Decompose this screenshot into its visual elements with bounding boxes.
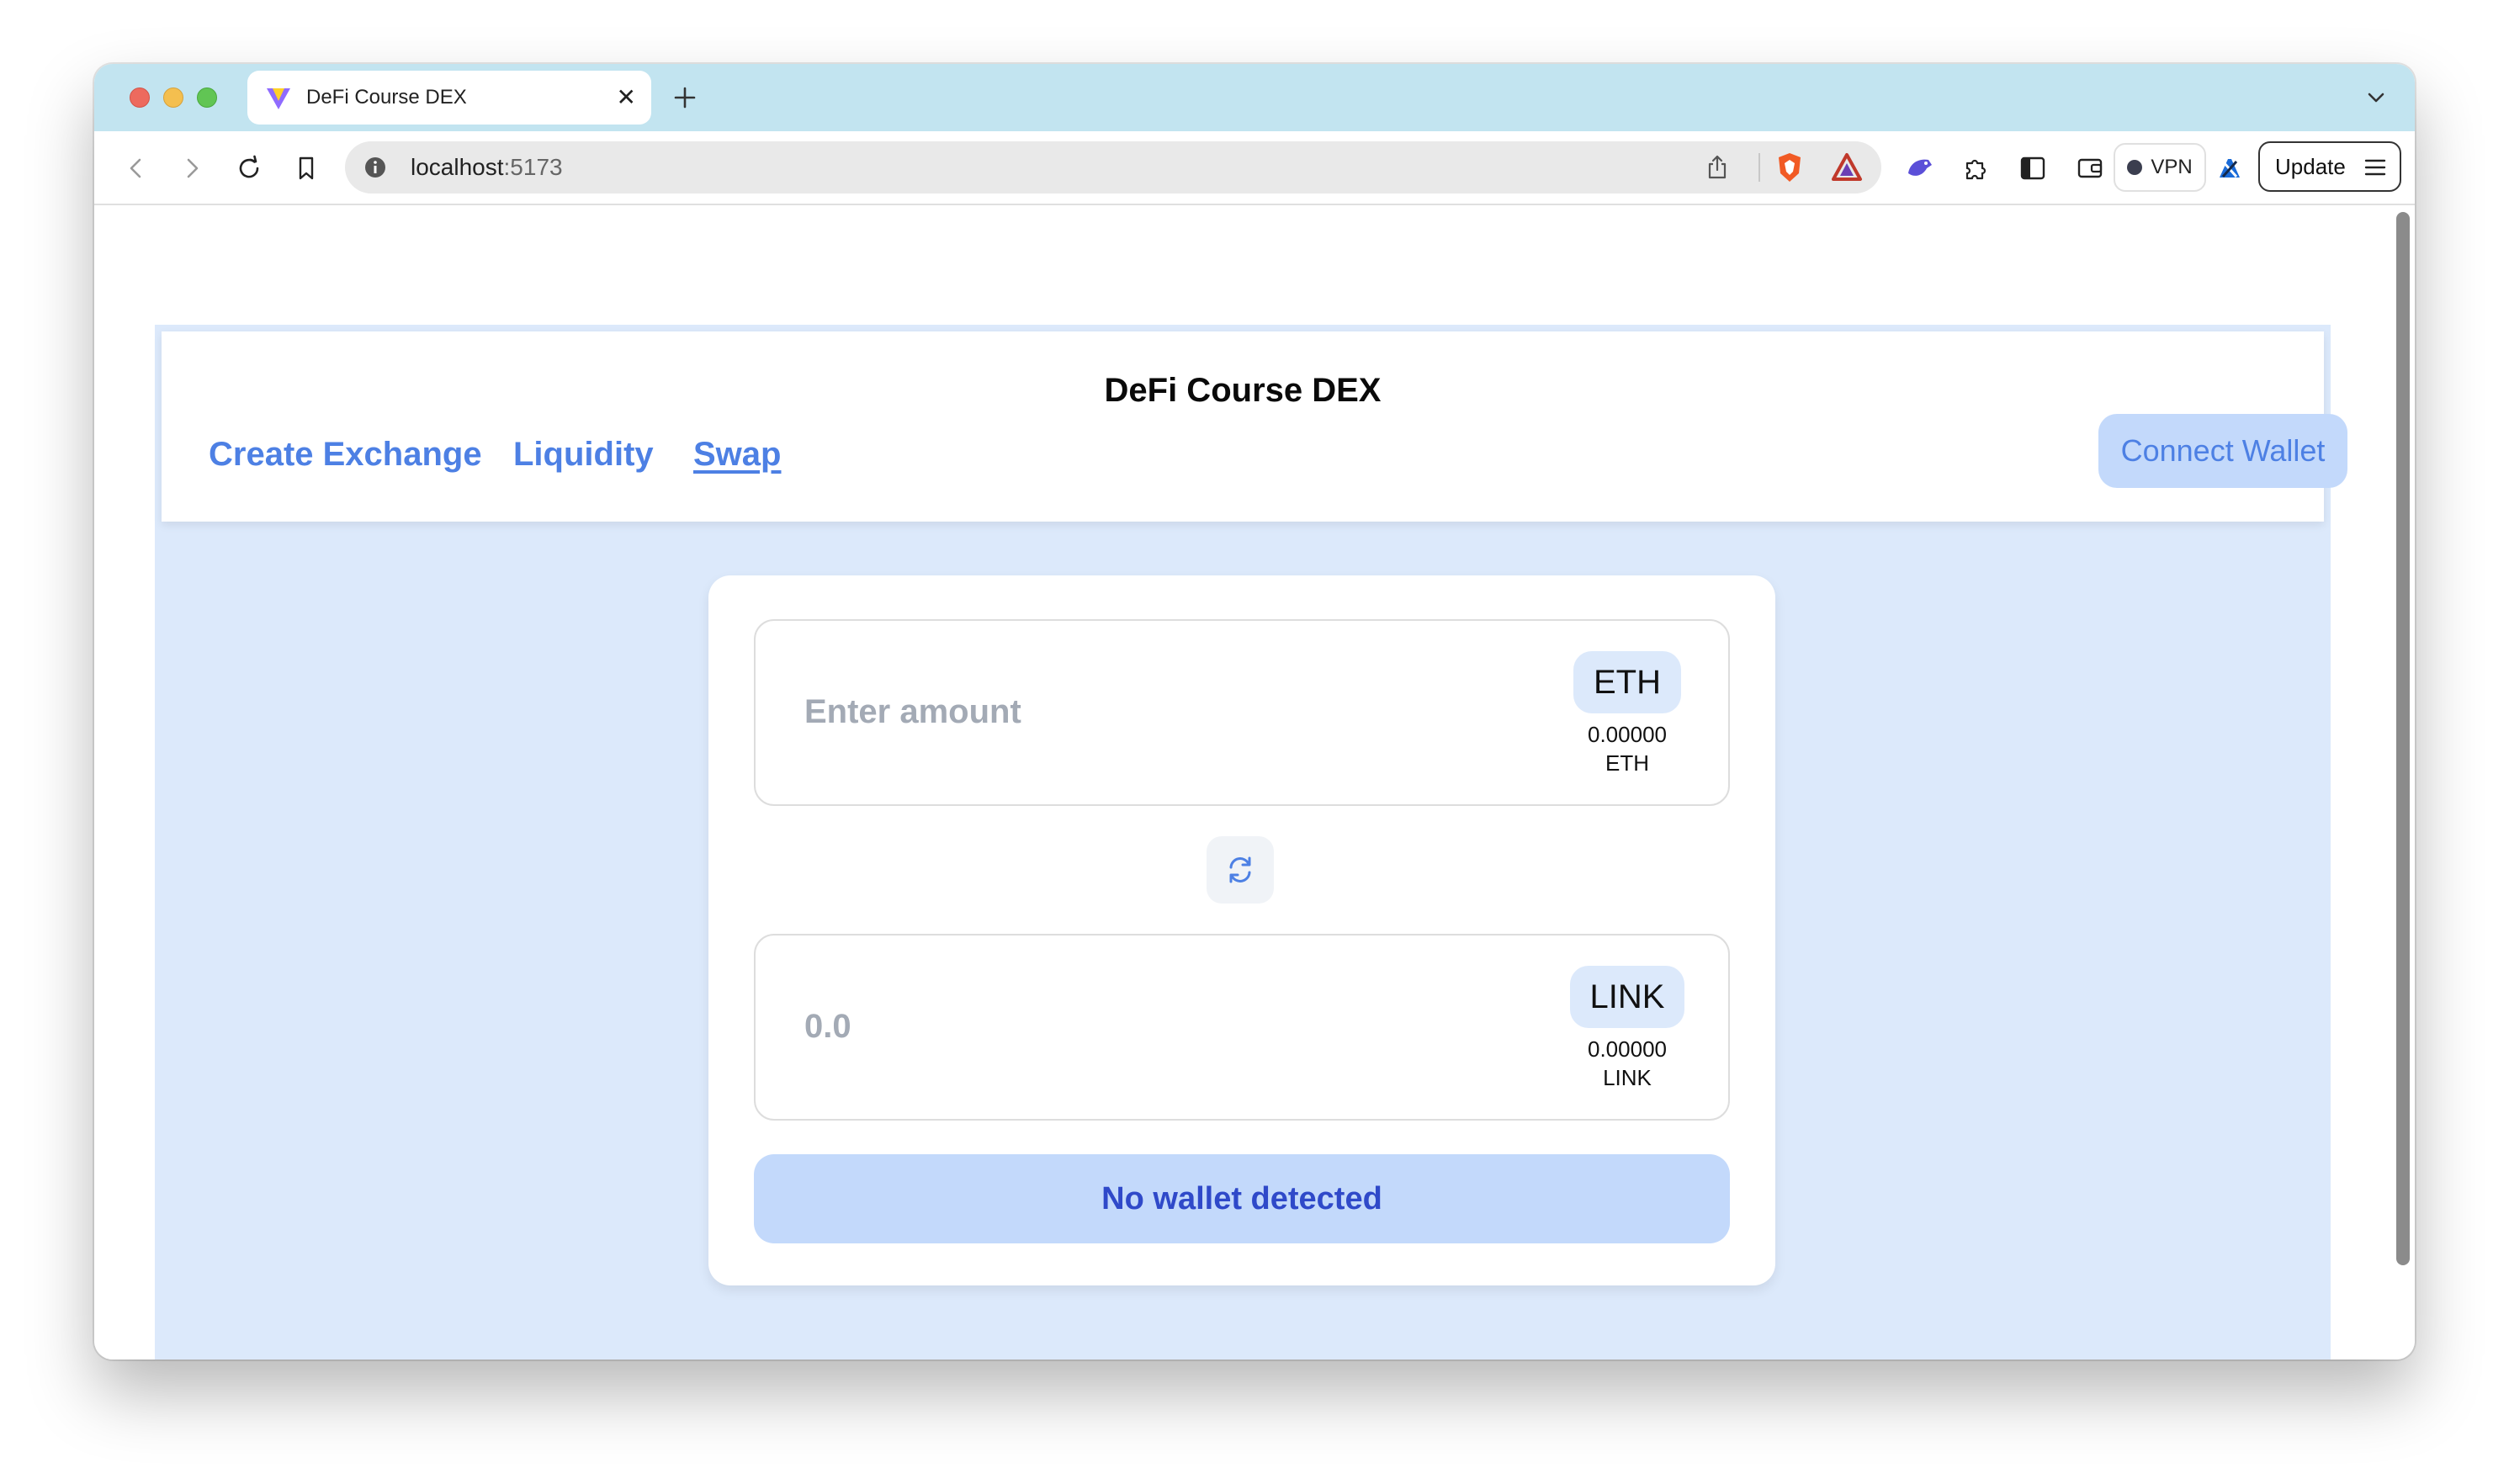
page-viewport: DeFi Course DEX Create Exchange Liquidit…: [94, 205, 2415, 1359]
tab-title: DeFi Course DEX: [306, 86, 467, 109]
extensions-puzzle-icon[interactable]: [1957, 150, 1994, 187]
vite-logo-icon: [264, 83, 293, 112]
to-amount-input[interactable]: [804, 1001, 1393, 1052]
to-token-selector[interactable]: LINK: [1569, 966, 1685, 1028]
tab-close-icon[interactable]: ✕: [617, 82, 636, 113]
wallet-icon[interactable]: [2071, 150, 2109, 187]
to-token-panel: LINK 0.00000 LINK: [754, 934, 1730, 1121]
connect-wallet-button[interactable]: Connect Wallet: [2098, 414, 2347, 488]
from-token-balance: 0.00000: [1588, 722, 1667, 747]
zoom-window-button[interactable]: [197, 87, 217, 108]
update-label: Update: [2275, 153, 2346, 179]
from-token-info: ETH 0.00000 ETH: [1568, 651, 1686, 777]
back-arrow-icon[interactable]: [118, 150, 155, 187]
site-info-icon[interactable]: [362, 154, 389, 181]
plus-icon: [674, 87, 696, 109]
to-token-info: LINK 0.00000 LINK: [1568, 966, 1686, 1092]
from-token-selector[interactable]: ETH: [1573, 651, 1681, 713]
browser-toolbar: localhost:5173 VPN Update: [94, 131, 2415, 205]
reload-icon[interactable]: [231, 150, 268, 187]
minimize-window-button[interactable]: [163, 87, 183, 108]
swap-card: ETH 0.00000 ETH LINK 0.00000 LI: [708, 575, 1775, 1285]
bookmark-icon[interactable]: [288, 150, 325, 187]
profile-icon[interactable]: [2211, 150, 2248, 187]
swap-arrows-icon: [1229, 856, 1251, 883]
page-title: DeFi Course DEX: [1104, 372, 1382, 409]
forward-arrow-icon[interactable]: [173, 150, 210, 187]
update-menu-button[interactable]: Update: [2258, 141, 2401, 192]
tab-bar: DeFi Course DEX ✕: [94, 64, 2415, 131]
to-token-balance: 0.00000: [1588, 1036, 1667, 1062]
brave-rewards-icon[interactable]: [1829, 150, 1865, 185]
from-amount-input[interactable]: [804, 686, 1393, 737]
from-token-balance-symbol: ETH: [1605, 750, 1649, 776]
vpn-status-dot: [2127, 160, 2143, 175]
sidebar-toggle-icon[interactable]: [2014, 150, 2051, 187]
leo-ai-icon[interactable]: [1902, 150, 1939, 187]
to-token-balance-symbol: LINK: [1603, 1065, 1652, 1090]
share-icon[interactable]: [1701, 151, 1733, 183]
vpn-label: VPN: [2151, 156, 2193, 178]
close-window-button[interactable]: [130, 87, 150, 108]
nav-link-create-exchange[interactable]: Create Exchange: [209, 436, 482, 474]
brave-shields-icon[interactable]: [1772, 150, 1807, 185]
address-bar[interactable]: localhost:5173: [345, 141, 1881, 193]
nav-link-swap[interactable]: Swap: [693, 436, 781, 474]
url-text[interactable]: localhost:5173: [411, 155, 563, 180]
address-bar-divider: [1758, 153, 1760, 182]
nav-link-liquidity[interactable]: Liquidity: [513, 436, 654, 474]
app-header: DeFi Course DEX Create Exchange Liquidit…: [162, 331, 2347, 522]
hamburger-menu-icon: [2364, 159, 2386, 176]
vpn-button[interactable]: VPN: [2114, 143, 2206, 192]
switch-tokens-button[interactable]: [1207, 836, 1274, 904]
from-token-panel: ETH 0.00000 ETH: [754, 619, 1730, 806]
swap-submit-button[interactable]: No wallet detected: [754, 1154, 1730, 1243]
browser-window: DeFi Course DEX ✕ localhost:5173 VPN Upd…: [94, 64, 2415, 1359]
browser-tab[interactable]: DeFi Course DEX ✕: [247, 71, 651, 125]
chevron-down-icon[interactable]: [2361, 82, 2391, 113]
page-scrollbar[interactable]: [2396, 212, 2410, 1265]
new-tab-button[interactable]: [665, 77, 705, 118]
